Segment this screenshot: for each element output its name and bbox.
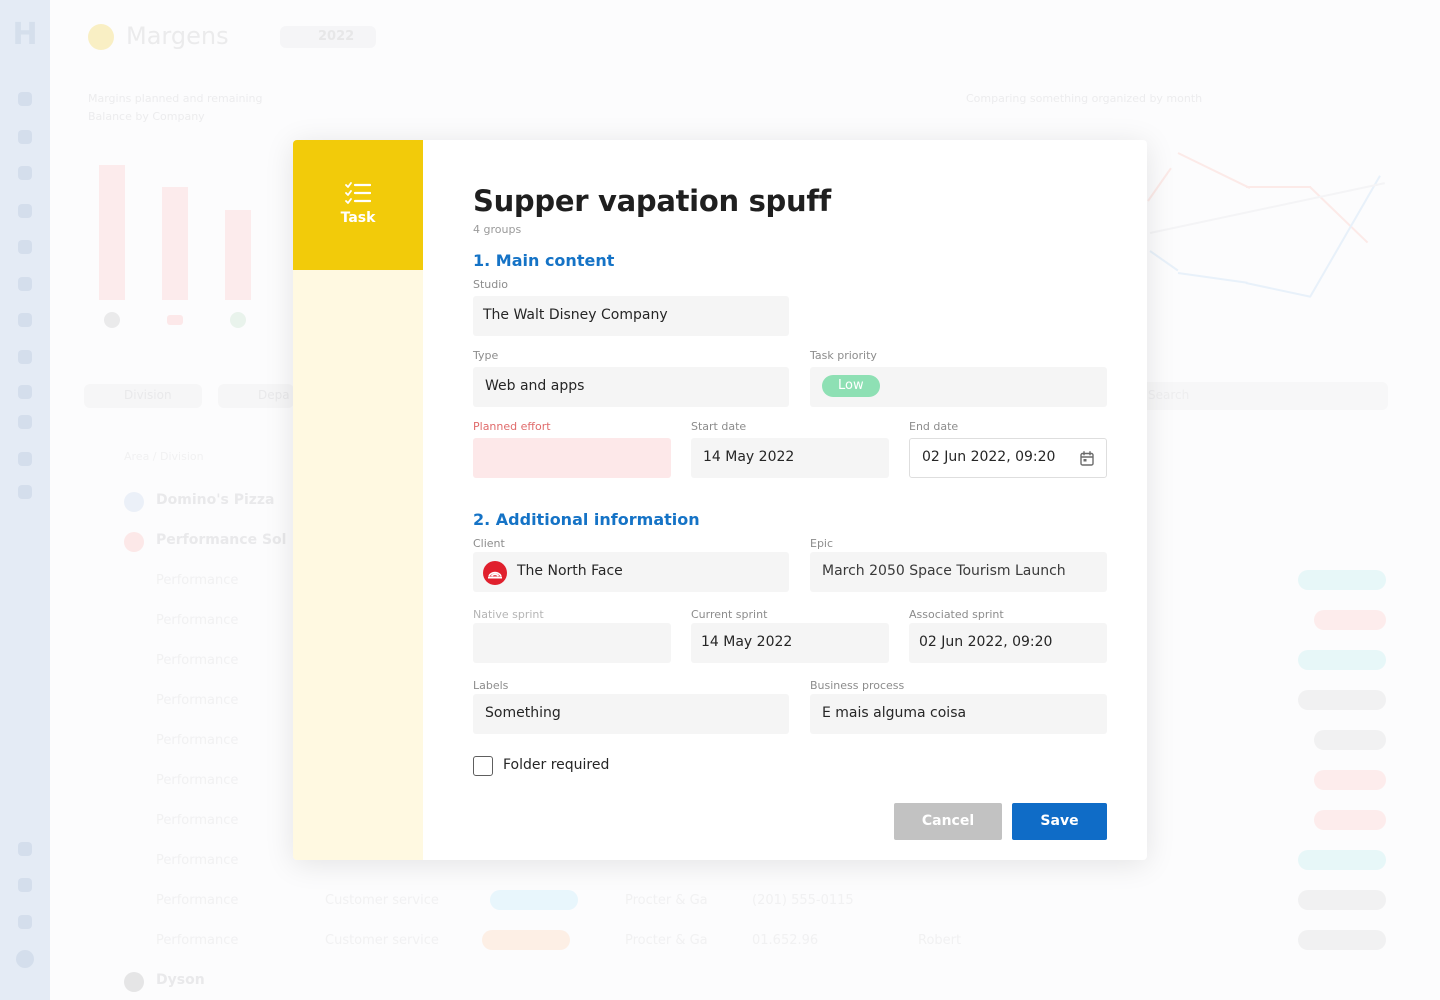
studio-label: Studio bbox=[473, 278, 509, 291]
start-date-label: Start date bbox=[691, 420, 747, 433]
page-subtitle: 4 groups bbox=[473, 223, 522, 236]
priority-badge: Low bbox=[822, 375, 880, 397]
native-sprint-field[interactable] bbox=[473, 623, 671, 663]
labels-field[interactable]: Something bbox=[473, 694, 789, 734]
planned-effort-input[interactable] bbox=[473, 438, 671, 478]
start-date-value: 14 May 2022 bbox=[703, 449, 795, 465]
epic-value: March 2050 Space Tourism Launch bbox=[822, 563, 1066, 579]
brand-logo-icon bbox=[488, 571, 502, 579]
business-process-field[interactable]: E mais alguma coisa bbox=[810, 694, 1107, 734]
business-process-label: Business process bbox=[810, 679, 905, 692]
current-sprint-value: 14 May 2022 bbox=[701, 634, 793, 650]
current-sprint-label: Current sprint bbox=[691, 608, 768, 621]
task-priority-label: Task priority bbox=[810, 349, 877, 362]
section-main-content-title: 1. Main content bbox=[473, 251, 615, 270]
tab-task[interactable]: Task bbox=[293, 140, 423, 270]
type-select[interactable]: Web and apps bbox=[473, 367, 789, 407]
epic-label: Epic bbox=[810, 537, 834, 550]
modal-sidebar: Task bbox=[293, 140, 423, 860]
calendar-icon[interactable] bbox=[1080, 451, 1094, 466]
end-date-label: End date bbox=[909, 420, 959, 433]
native-sprint-label: Native sprint bbox=[473, 608, 544, 621]
cancel-button[interactable]: Cancel bbox=[894, 803, 1002, 840]
studio-value: The Walt Disney Company bbox=[483, 307, 668, 323]
task-priority-select[interactable]: Low bbox=[810, 367, 1107, 407]
studio-field[interactable]: The Walt Disney Company bbox=[473, 296, 789, 336]
tab-task-label: Task bbox=[340, 210, 376, 226]
modal-body: Supper vapation spuff 4 groups 1. Main c… bbox=[423, 140, 1147, 860]
type-value: Web and apps bbox=[485, 378, 585, 394]
folder-required-label[interactable]: Folder required bbox=[503, 757, 609, 773]
labels-label: Labels bbox=[473, 679, 509, 692]
planned-effort-label: Planned effort bbox=[473, 420, 551, 433]
type-label: Type bbox=[473, 349, 499, 362]
save-button[interactable]: Save bbox=[1012, 803, 1107, 840]
epic-select[interactable]: March 2050 Space Tourism Launch bbox=[810, 552, 1107, 592]
business-process-value: E mais alguma coisa bbox=[822, 705, 967, 721]
current-sprint-field[interactable]: 14 May 2022 bbox=[691, 623, 889, 663]
labels-value: Something bbox=[485, 705, 561, 721]
associated-sprint-field[interactable]: 02 Jun 2022, 09:20 bbox=[909, 623, 1107, 663]
end-date-value: 02 Jun 2022, 09:20 bbox=[922, 449, 1056, 465]
section-additional-info-title: 2. Additional information bbox=[473, 510, 700, 529]
task-checklist-icon bbox=[345, 182, 371, 204]
associated-sprint-value: 02 Jun 2022, 09:20 bbox=[919, 634, 1053, 650]
associated-sprint-label: Associated sprint bbox=[909, 608, 1004, 621]
end-date-field[interactable]: 02 Jun 2022, 09:20 bbox=[909, 438, 1107, 478]
start-date-field[interactable]: 14 May 2022 bbox=[691, 438, 889, 478]
task-modal: Task Supper vapation spuff 4 groups 1. M… bbox=[293, 140, 1147, 860]
client-label: Client bbox=[473, 537, 505, 550]
north-face-logo bbox=[483, 561, 507, 585]
client-select[interactable]: The North Face bbox=[473, 552, 789, 592]
folder-required-checkbox[interactable] bbox=[473, 756, 493, 776]
page-title: Supper vapation spuff bbox=[473, 184, 831, 218]
client-value: The North Face bbox=[517, 563, 623, 579]
